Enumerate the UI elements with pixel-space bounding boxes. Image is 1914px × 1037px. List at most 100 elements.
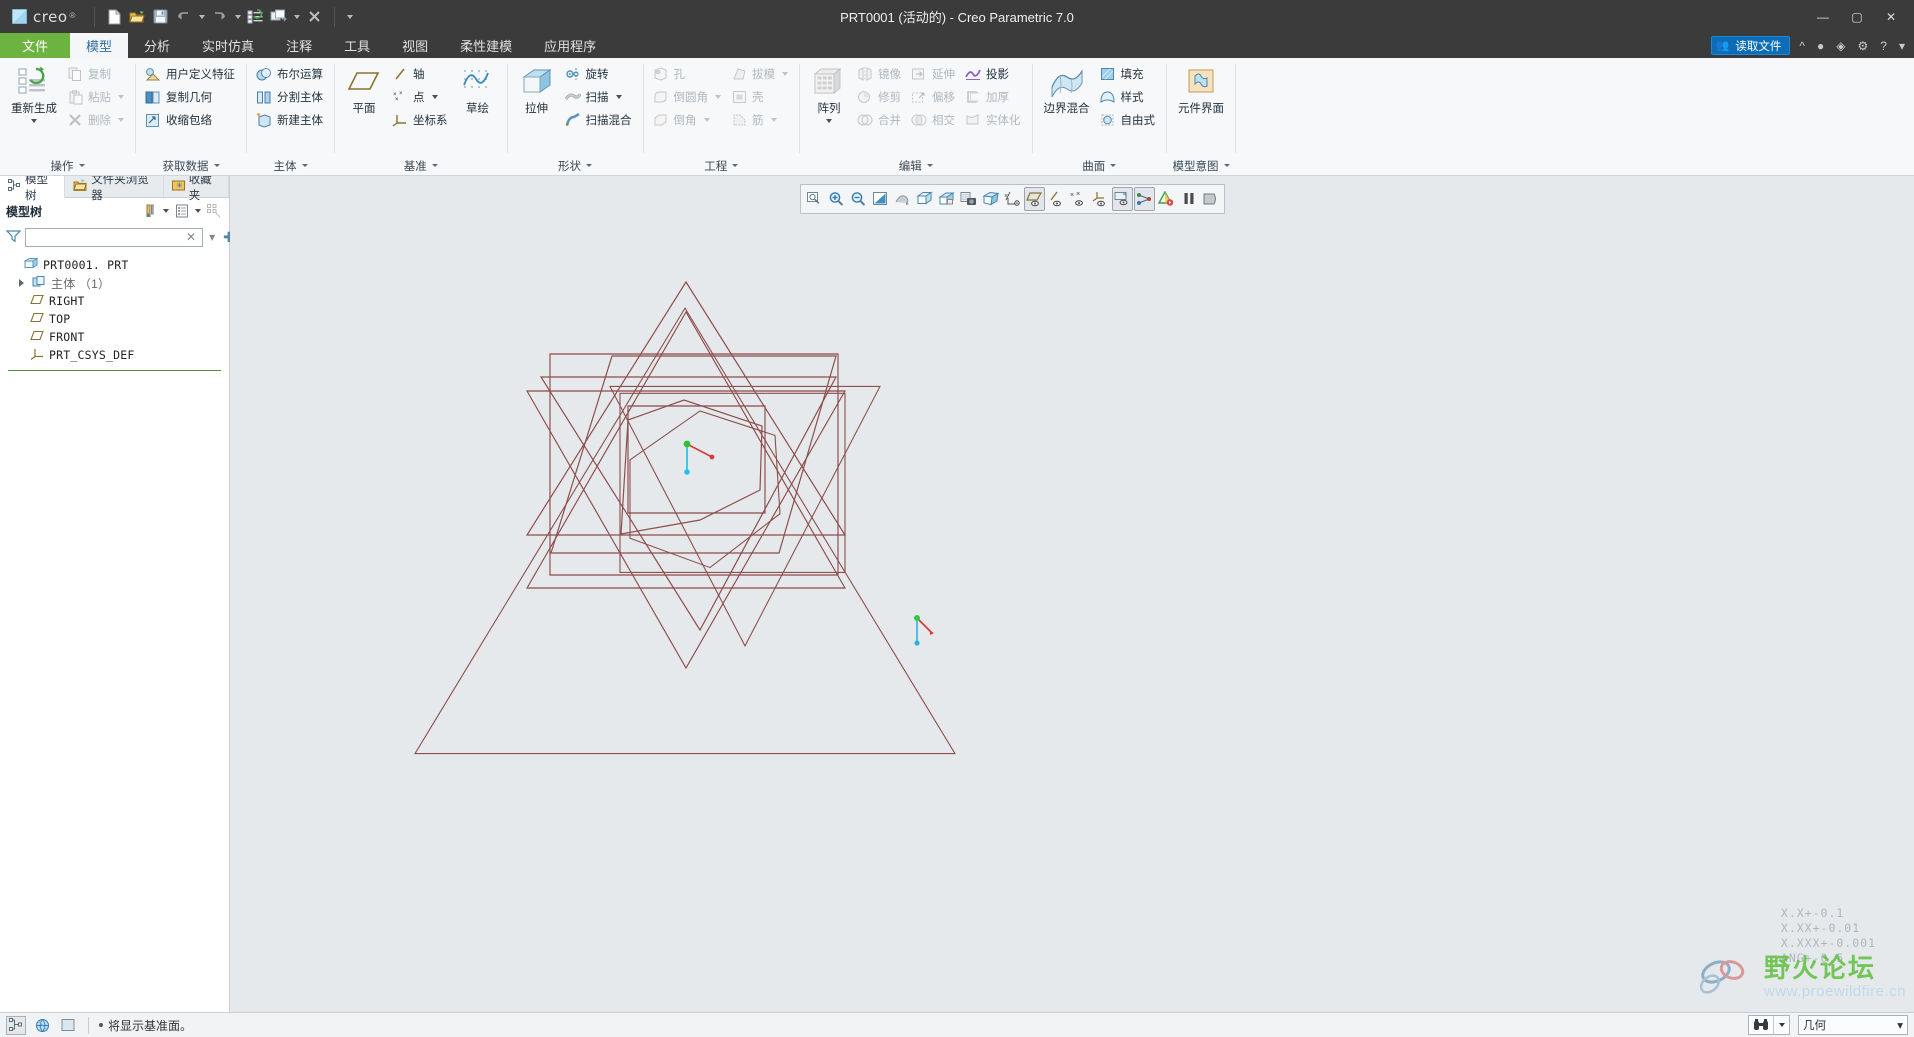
tree-filters-icon[interactable] — [205, 202, 223, 220]
datum-point-chevron-down-icon[interactable] — [431, 95, 438, 99]
new-body-button[interactable]: 新建主体 — [253, 109, 328, 131]
ribbon-collapse-chevron-icon[interactable]: ▾ — [1896, 39, 1908, 53]
component-interface-button[interactable]: 元件界面 — [1173, 63, 1229, 118]
window-panel-icon[interactable] — [58, 1016, 78, 1035]
group-label-datum[interactable]: 基准 — [335, 156, 507, 175]
global-view-icon[interactable] — [32, 1016, 52, 1035]
window-chevron-down-icon[interactable] — [291, 6, 302, 27]
tab-tools[interactable]: 工具 — [328, 33, 386, 58]
tree-item-csys[interactable]: PRT_CSYS_DEF — [8, 346, 229, 364]
funnel-filter-icon[interactable] — [5, 229, 22, 246]
hole-button: 孔 — [650, 63, 727, 85]
tab-view[interactable]: 视图 — [386, 33, 444, 58]
sidebar-tab-folder-browser[interactable]: 文件夹浏览器 — [65, 174, 164, 202]
split-body-button[interactable]: 分割主体 — [253, 86, 328, 108]
copy-geometry-button[interactable]: 复制几何 — [142, 86, 240, 108]
regenerate-icon[interactable] — [245, 6, 266, 27]
tab-analysis[interactable]: 分析 — [128, 33, 186, 58]
customize-qat-chevron-down-icon[interactable] — [344, 6, 355, 27]
tab-applications[interactable]: 应用程序 — [528, 33, 612, 58]
ribbon-group-editing: 阵列 镜像 修剪 合并 延伸 偏移 相交 投影 加厚 实体化 编辑 — [800, 58, 1032, 175]
bell-icon[interactable]: ◈ — [1833, 39, 1848, 53]
cad-star-wireframe[interactable] — [230, 176, 1914, 1012]
tab-model[interactable]: 模型 — [70, 33, 129, 58]
selection-filter-chevron-down-icon[interactable]: ▾ — [1897, 1018, 1903, 1032]
fill-button[interactable]: 填充 — [1097, 63, 1161, 85]
display-list-icon[interactable] — [173, 202, 191, 220]
revolve-button[interactable]: 旋转 — [562, 63, 637, 85]
open-folder-icon[interactable] — [127, 6, 148, 27]
group-label-get-data[interactable]: 获取数据 — [136, 156, 246, 175]
model-tree-search-field[interactable]: ✕ — [25, 227, 204, 247]
shrinkwrap-label: 收缩包络 — [166, 115, 212, 127]
shrinkwrap-button[interactable]: 收缩包络 — [142, 109, 240, 131]
get-data-column: 用户定义特征 复制几何 收缩包络 — [142, 63, 240, 131]
group-label-model-intent[interactable]: 模型意图 — [1167, 156, 1235, 175]
window-switch-icon[interactable] — [268, 6, 289, 27]
group-label-bodies[interactable]: 主体 — [247, 156, 334, 175]
udf-button[interactable]: 用户定义特征 — [142, 63, 240, 85]
boundary-blend-button[interactable]: 边界混合 — [1039, 63, 1095, 118]
search-input[interactable] — [30, 231, 184, 243]
tab-flexible-modeling[interactable]: 柔性建模 — [444, 33, 528, 58]
project-button[interactable]: 投影 — [962, 63, 1026, 85]
tab-file[interactable]: 文件 — [0, 33, 71, 58]
freestyle-button[interactable]: 自由式 — [1097, 109, 1161, 131]
group-label-surfaces[interactable]: 曲面 — [1033, 156, 1167, 175]
sketch-button[interactable]: 草绘 — [455, 63, 501, 118]
redo-chevron-down-icon[interactable] — [232, 6, 243, 27]
gear-icon[interactable]: ⚙ — [1855, 39, 1872, 53]
search-chevron-down-icon[interactable] — [1773, 1016, 1789, 1034]
undo-chevron-down-icon[interactable] — [196, 6, 207, 27]
tree-item-bodies[interactable]: 主体 （1） — [8, 274, 229, 292]
group-label-engineering[interactable]: 工程 — [644, 156, 800, 175]
display-chevron-down-icon[interactable] — [193, 202, 203, 220]
sidebar-tab-favorites[interactable]: ✳ 收藏夹 — [164, 174, 229, 202]
swept-blend-button[interactable]: 扫描混合 — [562, 109, 637, 131]
undo-arrow-icon[interactable] — [173, 6, 194, 27]
extrude-button[interactable]: 拉伸 — [514, 63, 560, 118]
tree-item-part[interactable]: PRT0001. PRT — [8, 256, 229, 274]
close-x-icon[interactable] — [304, 6, 325, 27]
boolean-button[interactable]: 布尔运算 — [253, 63, 328, 85]
tab-live-sim[interactable]: 实时仿真 — [186, 33, 270, 58]
binoculars-search-icon[interactable] — [1749, 1016, 1773, 1034]
maximize-button[interactable]: ▢ — [1840, 0, 1874, 33]
sweep-chevron-down-icon[interactable] — [615, 95, 622, 99]
save-disk-icon[interactable] — [150, 6, 171, 27]
group-label-operations[interactable]: 操作 — [0, 156, 135, 175]
datum-point-button[interactable]: × × × 点 — [389, 86, 453, 108]
user-icon[interactable]: ● — [1814, 39, 1827, 53]
coordinate-system-button[interactable]: 坐标系 — [389, 109, 453, 131]
help-icon[interactable]: ? — [1877, 39, 1890, 53]
selection-filter-combo[interactable]: 几何 ▾ — [1798, 1015, 1908, 1035]
tree-item-front[interactable]: FRONT — [8, 328, 229, 346]
read-file-button[interactable]: 👥 读取文件 — [1710, 36, 1791, 55]
minimize-button[interactable]: — — [1806, 0, 1840, 33]
sweep-button[interactable]: 扫描 — [562, 86, 637, 108]
group-label-shapes[interactable]: 形状 — [508, 156, 643, 175]
chevron-up-icon[interactable]: ^ — [1796, 39, 1808, 53]
tree-item-right[interactable]: RIGHT — [8, 292, 229, 310]
selection-filter-icon[interactable] — [6, 1015, 26, 1035]
new-document-icon[interactable] — [104, 6, 125, 27]
regenerate-button[interactable]: 重新生成 — [6, 63, 62, 125]
close-button[interactable]: ✕ — [1874, 0, 1908, 33]
sketch-label: 草绘 — [466, 103, 489, 115]
sidebar-tab-model-tree[interactable]: 模型树 — [0, 174, 66, 202]
settings-chevron-down-icon[interactable] — [161, 202, 171, 220]
clear-search-icon[interactable]: ✕ — [184, 230, 198, 244]
redo-arrow-icon[interactable] — [209, 6, 230, 27]
datum-plane-button[interactable]: 平面 — [341, 63, 387, 118]
graphics-viewport[interactable]: × × × X.X+-0.1 X.XX+-0.01 X.XXX+-0.001 A… — [230, 176, 1914, 1012]
tab-annotate[interactable]: 注释 — [270, 33, 328, 58]
datum-axis-button[interactable]: 轴 — [389, 63, 453, 85]
filter-chevron-down-icon[interactable]: ▾ — [207, 230, 217, 244]
style-button[interactable]: 样式 — [1097, 86, 1161, 108]
settings-tools-icon[interactable] — [141, 202, 159, 220]
regenerate-chevron-down-icon[interactable] — [31, 119, 37, 123]
tree-expander-bodies[interactable] — [16, 279, 27, 287]
group-label-editing[interactable]: 编辑 — [800, 156, 1032, 175]
mirror-icon — [856, 65, 874, 83]
tree-item-top[interactable]: TOP — [8, 310, 229, 328]
